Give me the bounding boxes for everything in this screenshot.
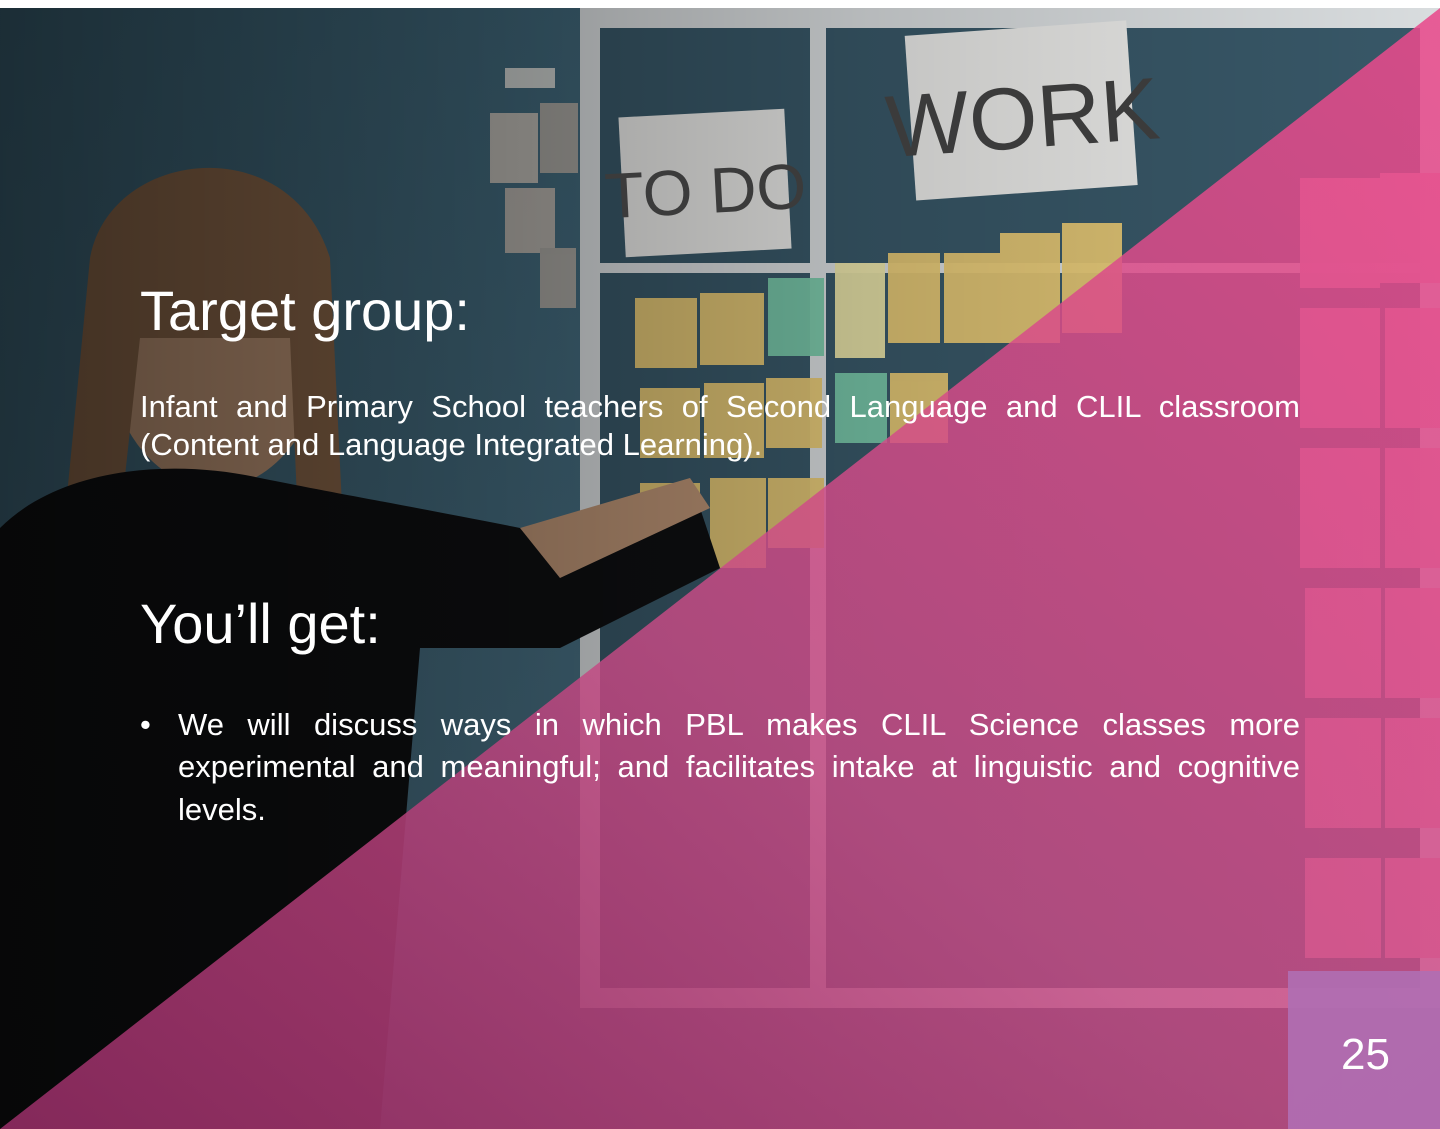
youll-get-bullet-item: • We will discuss ways in which PBL make… [140,704,1300,831]
page-number: 25 [1341,1030,1390,1079]
top-band [0,0,1440,8]
page-number-box: 25 [1288,971,1440,1129]
background-photo: TO DO WORK [0,8,1440,1129]
youll-get-heading: You’ll get: [140,592,381,655]
slide: TO DO WORK Target group: Infant and Prim… [0,8,1440,1129]
bullet-dot-icon: • [140,707,151,742]
board-label-todo: TO DO [603,150,808,232]
youll-get-bullet-text: We will discuss ways in which PBL makes … [178,707,1300,827]
target-group-text: Infant and Primary School teachers of Se… [140,389,1300,463]
board-label-work: WORK [883,58,1163,176]
target-group-heading: Target group: [140,279,470,342]
